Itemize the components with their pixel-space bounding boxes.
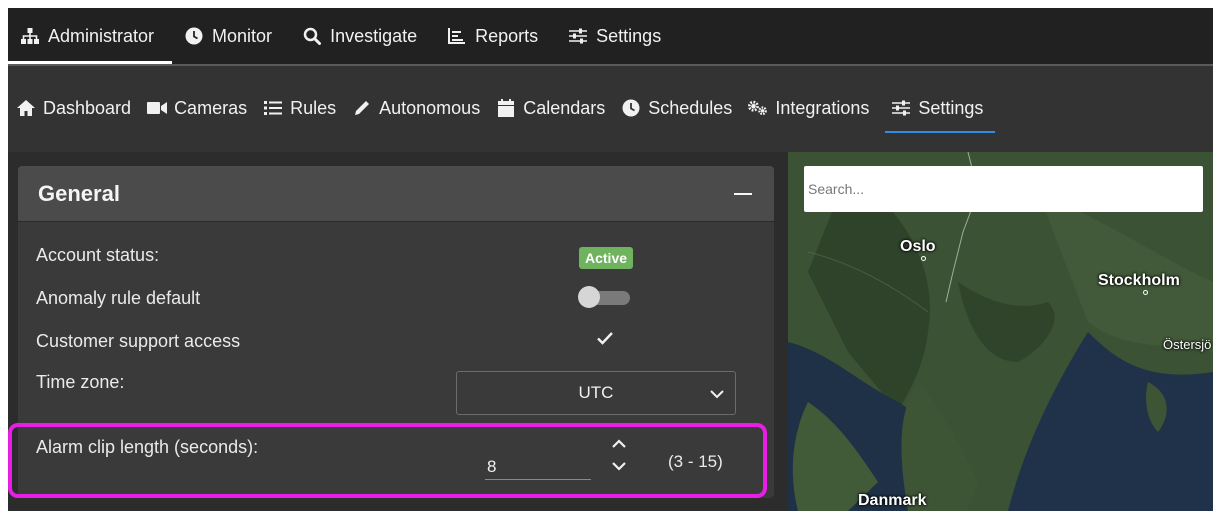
anomaly-rule-label: Anomaly rule default <box>36 288 201 308</box>
time-zone-value: UTC <box>578 383 614 402</box>
minus-icon <box>734 192 752 195</box>
map-search-input[interactable] <box>804 166 1203 212</box>
calendar-icon <box>496 98 516 118</box>
account-status-label: Account status: <box>36 245 160 265</box>
top-nav-label: Settings <box>596 25 662 46</box>
general-panel-header[interactable]: General <box>18 166 774 222</box>
bar-chart-icon <box>447 26 467 46</box>
toggle-knob <box>578 286 600 308</box>
top-nav-administrator[interactable]: Administrator <box>8 8 173 64</box>
top-nav-label: Reports <box>475 25 539 46</box>
sub-nav-label: Autonomous <box>379 97 481 118</box>
time-zone-label: Time zone: <box>36 372 125 392</box>
sliders-icon <box>568 26 588 46</box>
map-city-dot <box>1143 290 1148 295</box>
top-nav-settings[interactable]: Settings <box>556 8 679 64</box>
top-nav-label: Monitor <box>212 25 273 46</box>
sub-nav-label: Cameras <box>174 97 248 118</box>
top-nav-label: Investigate <box>330 25 418 46</box>
map-city-dot <box>921 256 926 261</box>
sliders-icon <box>891 98 911 118</box>
alarm-clip-highlight <box>8 423 767 498</box>
sub-nav-dashboard[interactable]: Dashboard <box>16 91 131 125</box>
sub-nav-integrations[interactable]: Integrations <box>748 91 869 125</box>
customer-support-label: Customer support access <box>36 331 241 351</box>
sub-nav-calendars[interactable]: Calendars <box>496 91 605 125</box>
map-label-ostersjon: Östersjö <box>1163 337 1212 352</box>
sub-nav-rules[interactable]: Rules <box>263 91 336 125</box>
status-badge: Active <box>579 247 634 269</box>
top-nav-monitor[interactable]: Monitor <box>172 8 290 64</box>
map-label-stockholm: Stockholm <box>1098 272 1180 289</box>
sub-nav-label: Rules <box>290 97 337 118</box>
map-view[interactable]: Oslo Stockholm Östersjö Danmark <box>788 152 1213 511</box>
search-icon <box>302 26 322 46</box>
clock-icon <box>621 98 641 118</box>
sub-nav-label: Settings <box>918 97 984 118</box>
top-nav-label: Administrator <box>48 25 155 46</box>
panel-title: General <box>38 180 120 206</box>
sub-nav-autonomous[interactable]: Autonomous <box>352 91 480 125</box>
sub-nav-label: Calendars <box>523 97 606 118</box>
top-nav-investigate[interactable]: Investigate <box>290 8 435 64</box>
map-label-danmark: Danmark <box>858 492 927 509</box>
video-camera-icon <box>147 98 168 118</box>
sub-nav-schedules[interactable]: Schedules <box>621 91 732 125</box>
sitemap-icon <box>20 26 40 46</box>
sub-nav-label: Dashboard <box>43 97 132 118</box>
list-icon <box>263 98 283 118</box>
sub-nav-settings[interactable]: Settings <box>885 91 996 133</box>
anomaly-rule-toggle[interactable] <box>578 286 632 308</box>
sub-nav-cameras[interactable]: Cameras <box>147 91 247 125</box>
chevron-down-icon <box>709 386 725 402</box>
time-zone-select[interactable]: UTC <box>456 371 736 415</box>
clock-icon <box>184 26 204 46</box>
sub-nav-label: Integrations <box>775 97 870 118</box>
cogs-icon <box>748 98 768 118</box>
sub-nav: Dashboard Cameras Rules Autonomous Calen… <box>8 66 1213 152</box>
home-icon <box>16 98 36 118</box>
top-nav-reports[interactable]: Reports <box>435 8 556 64</box>
sub-nav-label: Schedules <box>648 97 733 118</box>
top-nav: Administrator Monitor Investigate Report… <box>8 8 1213 64</box>
check-icon[interactable] <box>596 330 616 350</box>
pencil-icon <box>352 98 372 118</box>
collapse-button[interactable] <box>732 183 754 205</box>
map-label-oslo: Oslo <box>900 238 936 255</box>
